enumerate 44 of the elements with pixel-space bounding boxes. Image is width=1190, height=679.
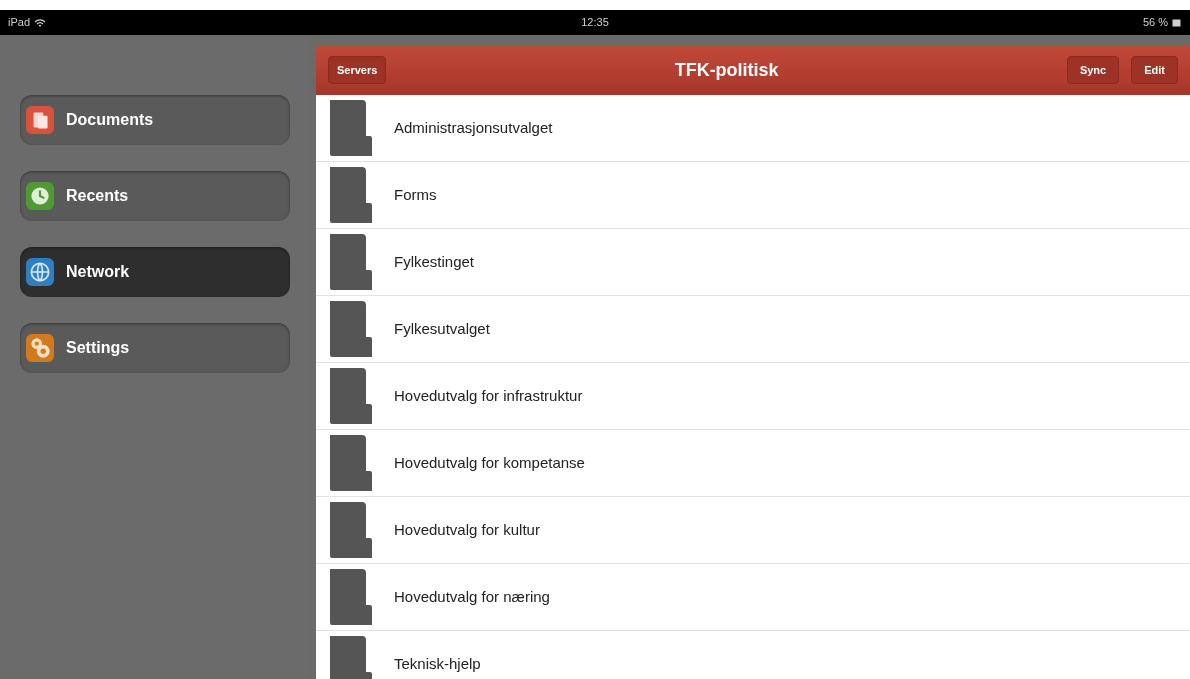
recents-icon <box>26 182 54 210</box>
nav-title: TFK-politisk <box>674 58 779 82</box>
battery-icon <box>1172 18 1182 27</box>
folder-row[interactable]: Hovedutvalg for kompetanse <box>316 430 1190 497</box>
folder-row[interactable]: Fylkesutvalget <box>316 296 1190 363</box>
network-icon <box>26 258 54 286</box>
sidebar-item[interactable]: Network <box>20 247 290 297</box>
folder-icon <box>328 165 374 225</box>
folder-name: Fylkesutvalget <box>394 318 490 339</box>
settings-icon <box>26 334 54 362</box>
folder-row[interactable]: Teknisk-hjelp <box>316 631 1190 679</box>
folder-name: Hovedutvalg for kompetanse <box>394 452 585 473</box>
folder-icon <box>328 634 374 679</box>
sidebar-item[interactable]: Documents <box>20 95 290 145</box>
folder-name: Teknisk-hjelp <box>394 653 481 674</box>
folder-name: Hovedutvalg for infrastruktur <box>394 385 583 406</box>
nav-button[interactable]: Sync <box>1066 55 1120 85</box>
folder-name: Hovedutvalg for næring <box>394 586 550 607</box>
folder-icon <box>328 500 374 560</box>
folder-icon <box>328 98 374 158</box>
folder-name: Hovedutvalg for kultur <box>394 519 540 540</box>
sidebar-item[interactable]: Settings <box>20 323 290 373</box>
servers-button[interactable]: Servers <box>328 55 387 85</box>
folder-icon <box>328 366 374 426</box>
folder-row[interactable]: Hovedutvalg for næring <box>316 564 1190 631</box>
wifi-icon <box>34 17 47 28</box>
folder-name: Administrasjonsutvalget <box>394 117 553 138</box>
folder-icon <box>328 232 374 292</box>
folder-name: Fylkestinget <box>394 251 475 272</box>
nav-button[interactable]: Edit <box>1131 55 1178 85</box>
folder-row[interactable]: Hovedutvalg for infrastruktur <box>316 363 1190 430</box>
folder-row[interactable]: Administrasjonsutvalget <box>316 95 1190 162</box>
folder-row[interactable]: Hovedutvalg for kultur <box>316 497 1190 564</box>
folder-row[interactable]: Fylkestinget <box>316 229 1190 296</box>
clock: 12:35 <box>581 15 609 31</box>
documents-icon <box>26 106 54 134</box>
folder-icon <box>328 433 374 493</box>
battery-percent: 56 % <box>1142 15 1168 31</box>
folder-row[interactable]: Forms <box>316 162 1190 229</box>
folder-icon <box>328 567 374 627</box>
folder-name: Forms <box>394 184 437 205</box>
device-name: iPad <box>8 15 31 31</box>
sidebar-item[interactable]: Recents <box>20 171 290 221</box>
folder-icon <box>328 299 374 359</box>
